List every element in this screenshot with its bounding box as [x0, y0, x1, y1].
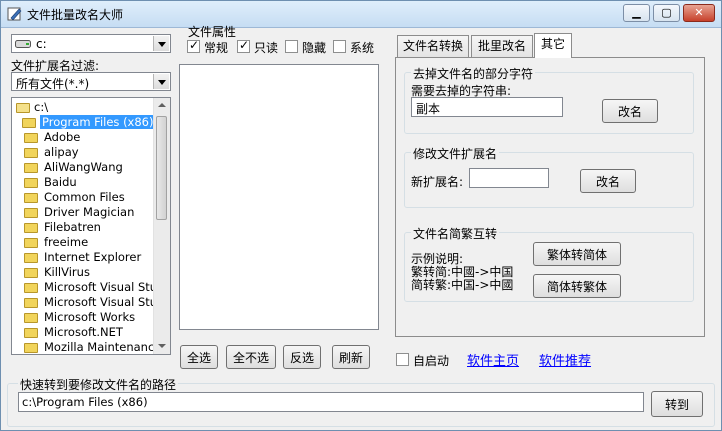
tab-other[interactable]: 其它 [534, 33, 572, 58]
minimize-icon: ▁ [632, 6, 641, 19]
folder-icon [22, 118, 36, 128]
folder-icon [24, 223, 38, 233]
tree-item-label: KillVirus [44, 265, 90, 279]
tree-item-label: Common Files [44, 190, 125, 204]
path-input[interactable]: c:\Program Files (x86) [18, 392, 644, 412]
folder-icon [24, 133, 38, 143]
convert-group: 文件名简繁互转 示例说明: 繁转简:中國->中国 简转繁:中国->中國 繁体转简… [404, 225, 694, 302]
ext-change-group: 修改文件扩展名 新扩展名: 改名 [404, 145, 694, 208]
folder-icon [24, 298, 38, 308]
remove-string-input[interactable]: 副本 [411, 97, 563, 117]
autostart-label: 自启动 [413, 354, 450, 368]
path-group: 快速转到要修改文件名的路径 c:\Program Files (x86) 转到 [7, 376, 715, 427]
folder-tree[interactable]: c:\ Program Files (x86) Adobe alipay AliWan… [11, 97, 171, 355]
tab-batch-rename[interactable]: 批里改名 [471, 35, 533, 57]
path-title: 快速转到要修改文件名的路径 [18, 376, 179, 393]
tab-panel-other: 去掉文件名的部分字符 需要去掉的字符串: 副本 改名 修改文件扩展名 新扩展名:… [395, 57, 705, 337]
main-window: 文件批量改名大师 ▁ ▢ ✕ c: 文件扩展名过滤: 所有文件(*.*) c:\… [0, 0, 722, 431]
attribute-label: 系统 [350, 41, 375, 55]
folder-icon [24, 193, 38, 203]
tree-item-label: Microsoft.NET [44, 325, 123, 339]
tab-filename-convert[interactable]: 文件名转换 [397, 35, 469, 57]
folder-icon [24, 283, 38, 293]
attribute-checkbox[interactable] [237, 38, 250, 53]
attribute-label: 隐藏 [302, 41, 327, 55]
convert-example-2: 简转繁:中国->中國 [411, 278, 514, 292]
attribute-label: 只读 [254, 41, 279, 55]
tree-item-label: Internet Explorer [44, 250, 142, 264]
minimize-button[interactable]: ▁ [623, 4, 650, 22]
close-button[interactable]: ✕ [683, 4, 715, 22]
ext-change-title: 修改文件扩展名 [411, 145, 500, 162]
close-icon: ✕ [694, 6, 704, 19]
filter-select[interactable]: 所有文件(*.*) [11, 72, 171, 91]
home-link[interactable]: 软件主页 [467, 350, 519, 369]
tree-item-label: Program Files (x86) [40, 115, 156, 129]
select-none-button[interactable]: 全不选 [226, 345, 276, 369]
folder-icon [24, 178, 38, 188]
tree-item-label: freeime [44, 235, 89, 249]
folder-icon [24, 238, 38, 248]
recommend-link[interactable]: 软件推荐 [539, 350, 591, 369]
to-simplified-button[interactable]: 繁体转简体 [533, 242, 621, 266]
drive-select[interactable]: c: [11, 34, 171, 53]
invert-selection-button[interactable]: 反选 [283, 345, 321, 369]
app-icon [7, 7, 22, 21]
folder-icon [24, 148, 38, 158]
attribute-label: 常规 [204, 41, 229, 55]
tree-item-label: AliWangWang [44, 160, 123, 174]
filter-value: 所有文件(*.*) [16, 77, 90, 91]
remove-string-value: 副本 [416, 102, 441, 116]
maximize-icon: ▢ [661, 6, 672, 19]
ext-change-rename-button[interactable]: 改名 [580, 169, 636, 193]
folder-icon [24, 253, 38, 263]
remove-part-rename-button[interactable]: 改名 [602, 99, 658, 123]
tree-item-label: Filebatren [44, 220, 101, 234]
scroll-down-icon[interactable] [154, 338, 170, 354]
folder-icon [24, 268, 38, 278]
tree-scrollbar[interactable] [153, 98, 170, 354]
folder-icon [24, 163, 38, 173]
tree-item-label: Driver Magician [44, 205, 135, 219]
autostart-checkbox[interactable] [396, 353, 409, 366]
new-extension-input[interactable] [469, 168, 549, 188]
tree-item-label: Adobe [44, 130, 81, 144]
scroll-up-icon[interactable] [154, 98, 170, 114]
to-traditional-button[interactable]: 简体转繁体 [533, 274, 621, 298]
file-list[interactable] [179, 64, 379, 330]
folder-icon [24, 208, 38, 218]
window-title: 文件批量改名大师 [27, 8, 124, 22]
tree-item-label: Mozilla Maintenance Se [44, 340, 171, 354]
go-button[interactable]: 转到 [651, 391, 703, 417]
maximize-button[interactable]: ▢ [653, 4, 680, 22]
tree-item-label: Baidu [44, 175, 77, 189]
drive-value: c: [36, 37, 47, 51]
attribute-checkbox[interactable] [187, 38, 200, 53]
ext-change-prompt: 新扩展名: [411, 175, 464, 189]
tree-item-label: Microsoft Visual Studio [44, 280, 171, 294]
title-bar[interactable]: 文件批量改名大师 ▁ ▢ ✕ [1, 1, 721, 28]
folder-open-icon [16, 103, 30, 113]
refresh-button[interactable]: 刷新 [332, 345, 370, 369]
attribute-checkbox[interactable] [333, 40, 346, 53]
drive-icon [15, 40, 31, 48]
tree-item-label: Microsoft Visual Studio 8 [44, 295, 170, 309]
select-all-button[interactable]: 全选 [180, 345, 218, 369]
folder-icon [24, 343, 38, 353]
scroll-thumb[interactable] [156, 116, 167, 220]
tree-root-label: c:\ [34, 100, 49, 114]
convert-title: 文件名简繁互转 [411, 225, 500, 242]
chevron-down-icon[interactable] [153, 74, 169, 89]
folder-icon [24, 328, 38, 338]
folder-icon [24, 313, 38, 323]
chevron-down-icon[interactable] [153, 36, 169, 51]
attribute-checkbox[interactable] [285, 40, 298, 53]
tree-item-label: Microsoft Works [44, 310, 136, 324]
tree-item-label: alipay [44, 145, 79, 159]
remove-part-group: 去掉文件名的部分字符 需要去掉的字符串: 副本 改名 [404, 65, 694, 134]
remove-part-title: 去掉文件名的部分字符 [411, 65, 536, 82]
path-value: c:\Program Files (x86) [22, 395, 148, 409]
